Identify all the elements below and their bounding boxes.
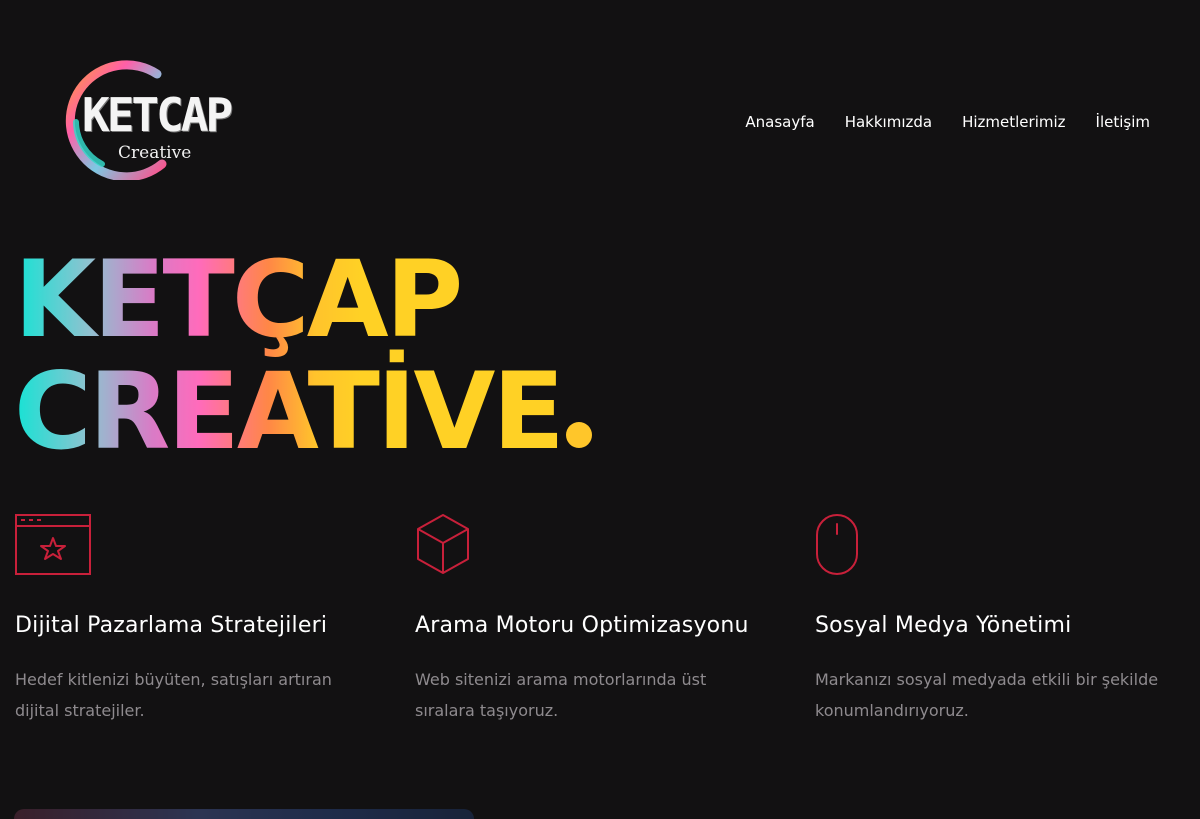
browser-star-icon — [15, 512, 395, 580]
nav-link-home[interactable]: Anasayfa — [745, 113, 814, 131]
cube-icon — [415, 512, 795, 580]
service-description: Hedef kitlenizi büyüten, satışları artır… — [15, 670, 332, 720]
main-nav: Anasayfa Hakkımızda Hizmetlerimiz İletiş… — [745, 113, 1150, 131]
hero-dot — [565, 422, 592, 448]
service-title: Sosyal Medya Yönetimi — [815, 613, 1072, 638]
hero-title-line-2: CREATİVE — [14, 350, 562, 473]
nav-link-about[interactable]: Hakkımızda — [845, 113, 932, 131]
hero-title-line-1: KETÇAP — [14, 238, 461, 361]
hero-title-line-2-wrapper: CREATİVE — [14, 356, 592, 468]
featured-image-preview — [14, 809, 474, 819]
page: KETCAP Creative Anasayfa Hakkımızda Hizm… — [0, 0, 1200, 819]
service-title: Arama Motoru Optimizasyonu — [415, 613, 749, 638]
hero-title: KETÇAP CREATİVE — [14, 244, 592, 468]
logo[interactable]: KETCAP Creative — [62, 60, 234, 180]
service-title: Dijital Pazarlama Stratejileri — [15, 613, 328, 638]
service-card-seo: Arama Motoru Optimizasyonu Web sitenizi … — [415, 512, 795, 726]
nav-link-services[interactable]: Hizmetlerimiz — [962, 113, 1065, 131]
service-description: Web sitenizi arama motorlarında üst sıra… — [415, 670, 707, 720]
logo-wordmark: KETCAP — [82, 88, 233, 142]
service-description: Markanızı sosyal medyada etkili bir şeki… — [815, 670, 1159, 720]
service-card-digital-marketing: Dijital Pazarlama Stratejileri Hedef kit… — [15, 512, 395, 726]
logo-subtitle: Creative — [118, 143, 192, 163]
mouse-icon — [815, 512, 1195, 580]
service-card-social-media: Sosyal Medya Yönetimi Markanızı sosyal m… — [815, 512, 1195, 726]
nav-link-contact[interactable]: İletişim — [1096, 113, 1150, 131]
